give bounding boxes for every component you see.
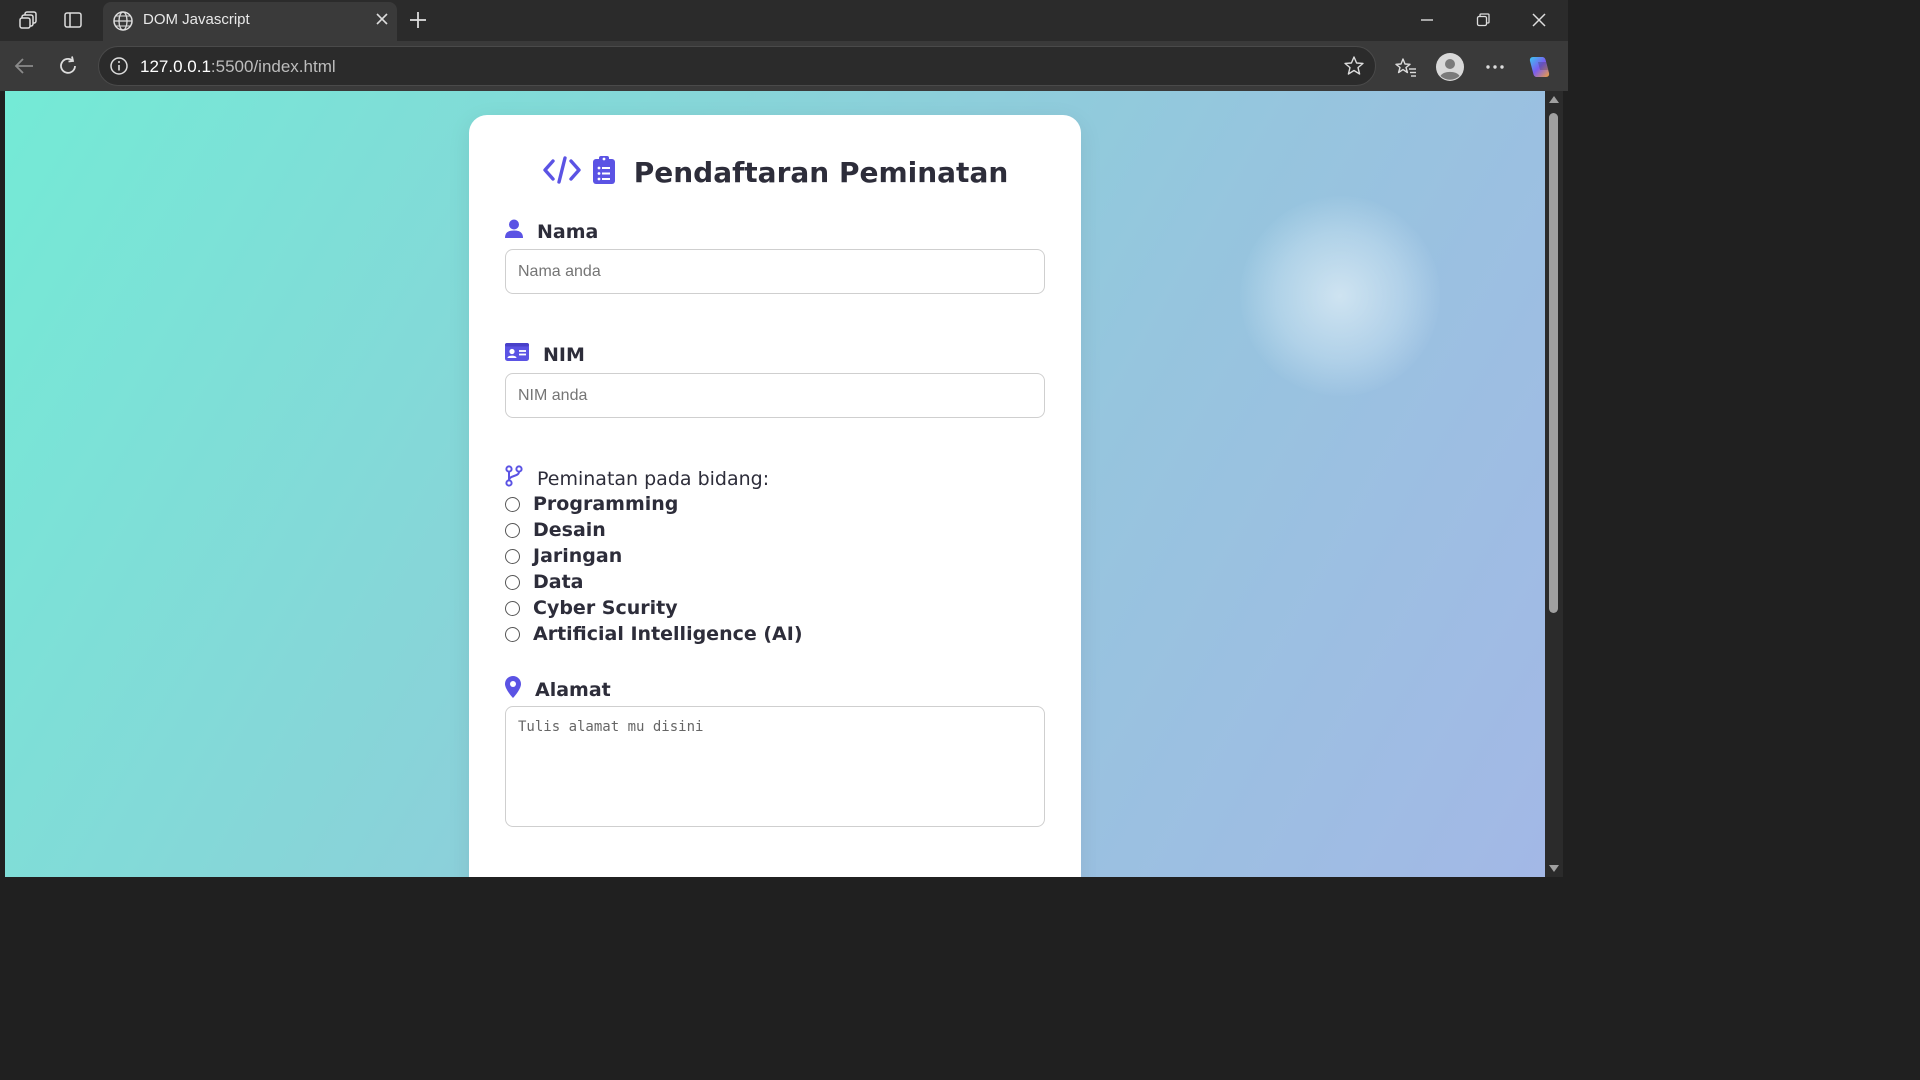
clipboard-list-icon	[592, 155, 616, 190]
page-scrollbar[interactable]	[1545, 91, 1563, 877]
option-data[interactable]: Data	[505, 569, 803, 595]
interest-label: Peminatan pada bidang:	[505, 465, 769, 492]
nama-input[interactable]	[505, 249, 1045, 294]
radio-button[interactable]	[505, 626, 520, 642]
interest-label-text: Peminatan pada bidang:	[537, 467, 770, 490]
scroll-up-icon[interactable]	[1549, 96, 1559, 103]
page-title: Pendaftaran Peminatan	[633, 156, 1009, 189]
radio-button[interactable]	[505, 600, 520, 616]
nama-label: Nama	[505, 219, 598, 244]
new-tab-icon[interactable]	[404, 6, 432, 34]
registration-form-card: Pendaftaran Peminatan Nama NIM Peminatan…	[469, 115, 1081, 877]
tab-title: DOM Javascript	[143, 11, 250, 28]
code-icon	[542, 155, 582, 190]
restore-icon[interactable]	[1461, 6, 1505, 34]
tab-actions-icon[interactable]	[58, 6, 88, 34]
interest-options: Programming Desain Jaringan Data Cyber S…	[505, 491, 803, 647]
option-label: Desain	[533, 519, 606, 541]
option-desain[interactable]: Desain	[505, 517, 803, 543]
more-options-icon[interactable]	[1479, 51, 1511, 83]
option-label: Data	[533, 571, 584, 593]
url-text: 127.0.0.1:5500/index.html	[140, 57, 336, 76]
copilot-icon[interactable]	[1524, 51, 1556, 83]
browser-toolbar: 127.0.0.1:5500/index.html	[0, 41, 1568, 91]
option-label: Cyber Scurity	[533, 597, 678, 619]
user-icon	[505, 219, 523, 244]
radio-button[interactable]	[505, 496, 520, 512]
close-tab-icon[interactable]	[375, 12, 389, 31]
option-jaringan[interactable]: Jaringan	[505, 543, 803, 569]
tab-active[interactable]: DOM Javascript	[103, 2, 397, 41]
id-card-icon	[505, 343, 529, 366]
option-ai[interactable]: Artificial Intelligence (AI)	[505, 621, 803, 647]
globe-icon	[112, 10, 134, 37]
form-header: Pendaftaran Peminatan	[469, 155, 1081, 190]
option-cyber-security[interactable]: Cyber Scurity	[505, 595, 803, 621]
alamat-label-text: Alamat	[535, 678, 611, 701]
workspaces-icon[interactable]	[14, 6, 44, 34]
option-label: Programming	[533, 493, 679, 515]
radio-button[interactable]	[505, 574, 520, 590]
option-programming[interactable]: Programming	[505, 491, 803, 517]
window-bottom-edge	[0, 877, 1568, 882]
site-info-icon[interactable]	[109, 56, 129, 81]
map-pin-icon	[505, 676, 521, 703]
profile-avatar-icon[interactable]	[1434, 51, 1466, 83]
option-label: Jaringan	[533, 545, 623, 567]
alamat-label: Alamat	[505, 676, 611, 703]
alamat-textarea[interactable]	[505, 706, 1045, 827]
minimize-icon[interactable]	[1405, 6, 1449, 34]
favorite-star-icon[interactable]	[1343, 55, 1365, 82]
option-label: Artificial Intelligence (AI)	[533, 623, 803, 645]
address-bar[interactable]: 127.0.0.1:5500/index.html	[98, 46, 1376, 86]
radio-button[interactable]	[505, 548, 520, 564]
nama-label-text: Nama	[537, 220, 599, 243]
close-window-icon[interactable]	[1517, 6, 1561, 34]
page-viewport: Pendaftaran Peminatan Nama NIM Peminatan…	[5, 91, 1545, 877]
nim-label: NIM	[505, 343, 585, 366]
scrollbar-thumb[interactable]	[1549, 113, 1558, 613]
radio-button[interactable]	[505, 522, 520, 538]
back-icon[interactable]	[9, 51, 39, 81]
tab-bar: DOM Javascript	[0, 0, 1568, 41]
scroll-down-icon[interactable]	[1549, 865, 1559, 872]
background-glow	[1240, 196, 1440, 396]
nim-input[interactable]	[505, 373, 1045, 418]
nim-label-text: NIM	[543, 343, 585, 366]
code-branch-icon	[505, 465, 523, 492]
favorites-icon[interactable]	[1390, 51, 1422, 83]
refresh-icon[interactable]	[53, 51, 83, 81]
